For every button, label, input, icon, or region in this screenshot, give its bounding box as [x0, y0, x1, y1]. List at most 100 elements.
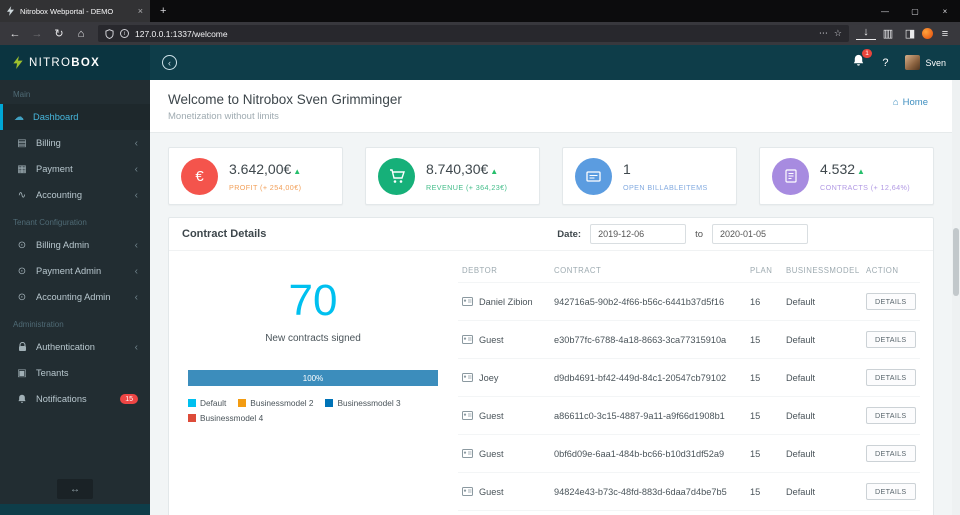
table-row: Guest a86611c0-3c15-4887-9a11-a9f66d1908…: [458, 396, 920, 435]
accounting-icon: ∿: [17, 189, 27, 201]
sidebar-item-billing[interactable]: ▤ Billing ‹: [0, 130, 150, 156]
profile-icon[interactable]: [922, 28, 933, 39]
window-maximize-icon[interactable]: ▢: [900, 0, 930, 22]
home-icon[interactable]: ⌂: [71, 28, 91, 40]
help-button[interactable]: ?: [882, 57, 888, 69]
contracts-icon: [772, 157, 809, 195]
debtor-card-icon: [462, 335, 473, 344]
contract-details-panel: Contract Details Date: to 70 New contrac…: [168, 217, 934, 515]
window-minimize-icon[interactable]: —: [870, 0, 900, 22]
app-header: NITROBOX ‹ 1 ? Sven: [0, 45, 960, 80]
sidebar-toggle-icon[interactable]: ‹: [162, 55, 177, 70]
column-header-action: ACTION: [866, 266, 899, 275]
chevron-left-icon: ‹: [134, 137, 138, 149]
nitrobox-logo[interactable]: NITROBOX: [0, 45, 150, 80]
legend-item: Default: [188, 398, 226, 408]
stat-card-billable-items: 1 OPEN BILLABLEITEMS: [562, 147, 737, 205]
sidebar-section-tenant-configuration: Tenant Configuration: [13, 218, 87, 227]
tenants-icon: ▣: [17, 367, 27, 379]
library-icon[interactable]: ▥: [878, 27, 898, 40]
page-title: Welcome to Nitrobox Sven Grimminger: [168, 92, 402, 107]
sidebar-item-label: Billing Admin: [36, 240, 90, 250]
sidebar-item-payment-admin[interactable]: ⊙ Payment Admin ‹: [0, 258, 150, 284]
dashboard-icon: ☁: [14, 111, 24, 123]
bookmark-star-icon[interactable]: ☆: [834, 28, 842, 39]
sidebar-item-billing-admin[interactable]: ⊙ Billing Admin ‹: [0, 232, 150, 258]
new-contracts-caption: New contracts signed: [265, 333, 361, 344]
notifications-bell[interactable]: 1: [852, 48, 873, 72]
details-button[interactable]: DETAILS: [866, 293, 916, 310]
bell-icon: [16, 394, 28, 404]
sidebar-item-authentication[interactable]: Authentication ‹: [0, 334, 150, 360]
billing-admin-icon: ⊙: [17, 239, 27, 251]
site-info-icon[interactable]: i: [120, 29, 129, 38]
contract-id: 942716a5-90b2-4f66-b56c-6441b37d5f16: [550, 282, 746, 321]
date-label: Date:: [557, 228, 582, 240]
date-range-controls: Date: to: [557, 224, 808, 244]
lock-icon: [16, 342, 28, 352]
sidebar-item-label: Billing: [36, 138, 61, 148]
collapse-sidebar-button[interactable]: ↔: [57, 479, 93, 499]
reload-icon[interactable]: ↻: [49, 27, 69, 40]
sidebar-item-notifications[interactable]: Notifications 15: [0, 386, 150, 412]
businessmodel-value: Default: [782, 434, 862, 473]
legend-swatch: [325, 399, 334, 407]
details-button[interactable]: DETAILS: [866, 407, 916, 424]
browser-tab[interactable]: Nitrobox Webportal - DEMO ×: [0, 0, 150, 22]
sidebar-item-tenants[interactable]: ▣ Tenants: [0, 360, 150, 386]
panel-header: Contract Details Date: to: [169, 218, 933, 251]
user-menu[interactable]: Sven: [905, 55, 946, 70]
contract-id: d9db4691-bf42-449d-84c1-20547cb79102: [550, 358, 746, 397]
column-header-businessmodel: BUSINESSMODEL: [786, 266, 860, 275]
sidebar-item-dashboard[interactable]: ☁ Dashboard: [0, 104, 150, 130]
sidebars-icon[interactable]: ◨: [900, 27, 920, 40]
businessmodel-legend: Default Businessmodel 2 Businessmodel 3: [188, 398, 438, 423]
user-avatar: [905, 55, 921, 70]
accounting-admin-icon: ⊙: [17, 291, 27, 303]
contract-id: 0bf6d09e-6aa1-484b-bc66-b10d31df52a9: [550, 434, 746, 473]
legend-label: Businessmodel 2: [250, 398, 314, 408]
businessmodel-value: Default: [782, 396, 862, 435]
new-tab-icon[interactable]: +: [160, 5, 166, 17]
stat-card-contracts: 4.532 ▲ CONTRACTS (+ 12,64%): [759, 147, 934, 205]
url-bar[interactable]: i 127.0.0.1:1337/welcome ⋯ ☆: [98, 25, 849, 42]
plan-value: 15: [746, 320, 782, 359]
details-button[interactable]: DETAILS: [866, 331, 916, 348]
debtor-card-icon: [462, 411, 473, 420]
lightning-icon: [13, 56, 23, 69]
window-close-icon[interactable]: ×: [930, 0, 960, 22]
details-button[interactable]: DETAILS: [866, 483, 916, 500]
favicon: [7, 6, 14, 16]
sidebar-item-accounting-admin[interactable]: ⊙ Accounting Admin ‹: [0, 284, 150, 310]
plan-value: 15: [746, 472, 782, 511]
legend-swatch: [188, 399, 196, 407]
tab-title: Nitrobox Webportal - DEMO: [20, 6, 114, 16]
browser-toolbar: ← → ↻ ⌂ i 127.0.0.1:1337/welcome ⋯ ☆ ↓ ▥…: [0, 22, 960, 45]
legend-item: Businessmodel 2: [238, 398, 313, 408]
tab-close-icon[interactable]: ×: [138, 6, 143, 16]
column-header-plan: PLAN: [750, 266, 773, 275]
sidebar-item-accounting[interactable]: ∿ Accounting ‹: [0, 182, 150, 208]
details-button[interactable]: DETAILS: [866, 369, 916, 386]
content-scrollbar[interactable]: [952, 80, 960, 515]
scrollbar-thumb[interactable]: [953, 228, 959, 296]
debtor-name: Guest: [479, 334, 504, 345]
page-actions-icon[interactable]: ⋯: [819, 28, 828, 39]
shield-icon[interactable]: [105, 28, 114, 39]
date-to-input[interactable]: [712, 224, 808, 244]
details-button[interactable]: DETAILS: [866, 445, 916, 462]
date-from-input[interactable]: [590, 224, 687, 244]
stat-caption: CONTRACTS (+ 12,64%): [820, 182, 911, 192]
back-icon[interactable]: ←: [5, 28, 25, 40]
downloads-icon[interactable]: ↓: [856, 27, 876, 40]
sidebar-item-label: Payment: [36, 164, 73, 174]
stat-caption: REVENUE (+ 364,23€): [426, 182, 508, 192]
logo-text: NITROBOX: [29, 56, 101, 69]
url-text[interactable]: 127.0.0.1:1337/welcome: [135, 29, 813, 39]
chevron-left-icon: ‹: [134, 341, 138, 353]
breadcrumb[interactable]: ⌂ Home: [893, 97, 928, 108]
debtor-name: Guest: [479, 410, 504, 421]
menu-icon[interactable]: ≡: [935, 28, 955, 40]
forward-icon[interactable]: →: [27, 28, 47, 40]
sidebar-item-payment[interactable]: ▦ Payment ‹: [0, 156, 150, 182]
